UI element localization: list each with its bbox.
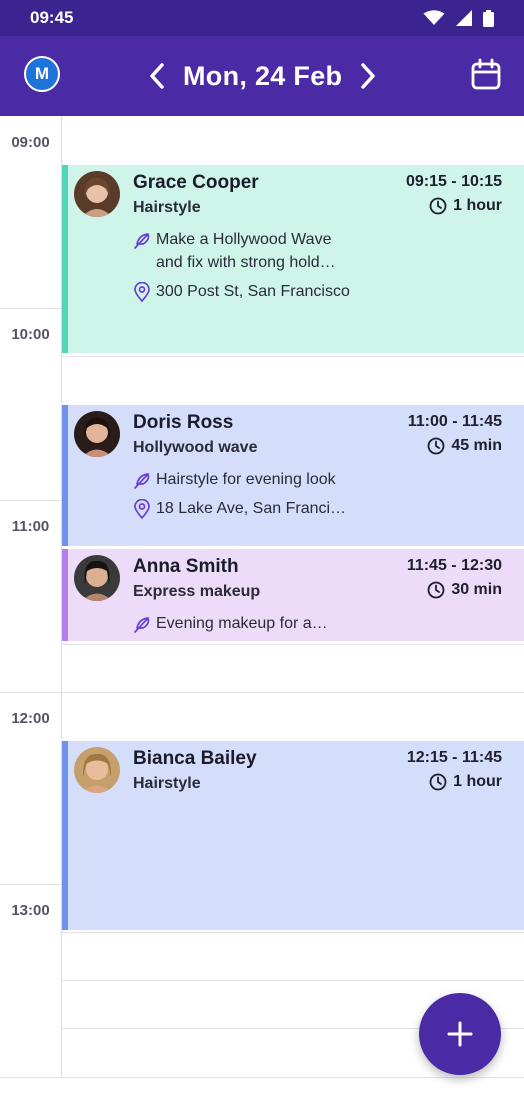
avatar-initial: M	[34, 64, 50, 83]
slot-divider	[0, 1077, 524, 1078]
day-timeline: 09:00 10:00 11:00 12:00 13:00 Grace Coop…	[0, 116, 524, 1096]
appointment-duration: 1 hour	[429, 197, 502, 215]
feather-icon	[134, 233, 150, 249]
slot-divider	[62, 644, 524, 645]
slot-divider	[62, 692, 524, 693]
time-label: 11:00	[11, 518, 50, 535]
appointment-time: 12:15 - 11:45	[406, 749, 502, 766]
hour-divider	[0, 692, 61, 693]
service-name: Hairstyle	[133, 775, 201, 792]
time-label: 13:00	[11, 902, 50, 919]
app-bar: M Mon, 24 Feb	[0, 36, 524, 116]
appointment-time: 11:45 - 12:30	[406, 557, 502, 574]
location-pin-icon	[134, 282, 150, 302]
clock-icon	[429, 197, 447, 215]
duration-text: 30 min	[451, 581, 502, 598]
appointment-duration: 1 hour	[429, 773, 502, 791]
add-appointment-button[interactable]	[419, 993, 501, 1075]
appointment-time: 11:00 - 11:45	[407, 413, 502, 430]
location-text: 300 Post St, San Francisco	[156, 283, 350, 300]
time-label: 12:00	[11, 710, 50, 727]
hour-divider	[0, 308, 61, 309]
note-line: Make a Hollywood Wave	[156, 231, 332, 248]
appointment-card[interactable]: Anna Smith Express makeup 11:45 - 12:30 …	[62, 549, 524, 641]
note-text: Hairstyle for evening look	[156, 471, 336, 488]
current-date[interactable]: Mon, 24 Feb	[183, 61, 342, 92]
appointment-location: 300 Post St, San Francisco	[133, 280, 350, 303]
duration-text: 1 hour	[453, 773, 502, 790]
status-time: 09:45	[30, 8, 74, 27]
plus-icon	[447, 1021, 473, 1047]
slot-divider	[62, 356, 524, 357]
client-name: Doris Ross	[133, 412, 234, 433]
clock-icon	[427, 437, 445, 455]
calendar-icon[interactable]	[470, 58, 502, 92]
feather-icon	[134, 617, 150, 633]
client-avatar	[74, 411, 120, 457]
service-name: Express makeup	[133, 583, 261, 600]
hour-divider	[0, 500, 61, 501]
client-name: Bianca Bailey	[133, 748, 257, 769]
hour-divider	[0, 884, 61, 885]
time-label: 10:00	[11, 326, 50, 343]
time-label: 09:00	[11, 134, 50, 151]
client-name: Anna Smith	[133, 556, 239, 577]
chevron-left-icon[interactable]	[145, 61, 169, 91]
appointment-card[interactable]: Grace Cooper Hairstyle 09:15 - 10:15 1 h…	[62, 165, 524, 353]
client-avatar	[74, 555, 120, 601]
service-name: Hairstyle	[133, 199, 201, 216]
signal-icon	[456, 10, 472, 26]
appointment-card[interactable]: Bianca Bailey Hairstyle 12:15 - 11:45 1 …	[62, 741, 524, 930]
location-pin-icon	[134, 499, 150, 519]
note-line: and fix with strong hold…	[156, 254, 336, 271]
appointment-location: 18 Lake Ave, San Franci…	[133, 497, 346, 520]
appointment-card[interactable]: Doris Ross Hollywood wave 11:00 - 11:45 …	[62, 405, 524, 546]
appointment-note: Make a Hollywood Wave and fix with stron…	[133, 228, 336, 274]
wifi-icon	[423, 10, 445, 25]
appointment-time: 09:15 - 10:15	[405, 173, 502, 190]
appointment-note: Evening makeup for a…	[133, 612, 328, 635]
profile-avatar[interactable]: M	[24, 56, 60, 92]
appointment-duration: 30 min	[427, 581, 502, 599]
location-text: 18 Lake Ave, San Franci…	[156, 500, 347, 517]
duration-text: 1 hour	[453, 197, 502, 214]
battery-icon	[483, 9, 494, 27]
status-icons	[423, 9, 494, 27]
slot-divider	[62, 932, 524, 933]
feather-icon	[134, 473, 150, 489]
date-navigator: Mon, 24 Feb	[145, 54, 380, 98]
note-text: Evening makeup for a…	[156, 615, 328, 632]
time-column: 09:00 10:00 11:00 12:00 13:00	[0, 116, 62, 1078]
clock-icon	[429, 773, 447, 791]
duration-text: 45 min	[451, 437, 502, 454]
slot-divider	[62, 980, 524, 981]
status-bar: 09:45	[0, 0, 524, 36]
appointment-note: Hairstyle for evening look	[133, 468, 336, 491]
chevron-right-icon[interactable]	[356, 61, 380, 91]
appointment-duration: 45 min	[427, 437, 502, 455]
clock-icon	[427, 581, 445, 599]
client-avatar	[74, 171, 120, 217]
client-avatar	[74, 747, 120, 793]
service-name: Hollywood wave	[133, 439, 258, 456]
client-name: Grace Cooper	[133, 172, 259, 193]
